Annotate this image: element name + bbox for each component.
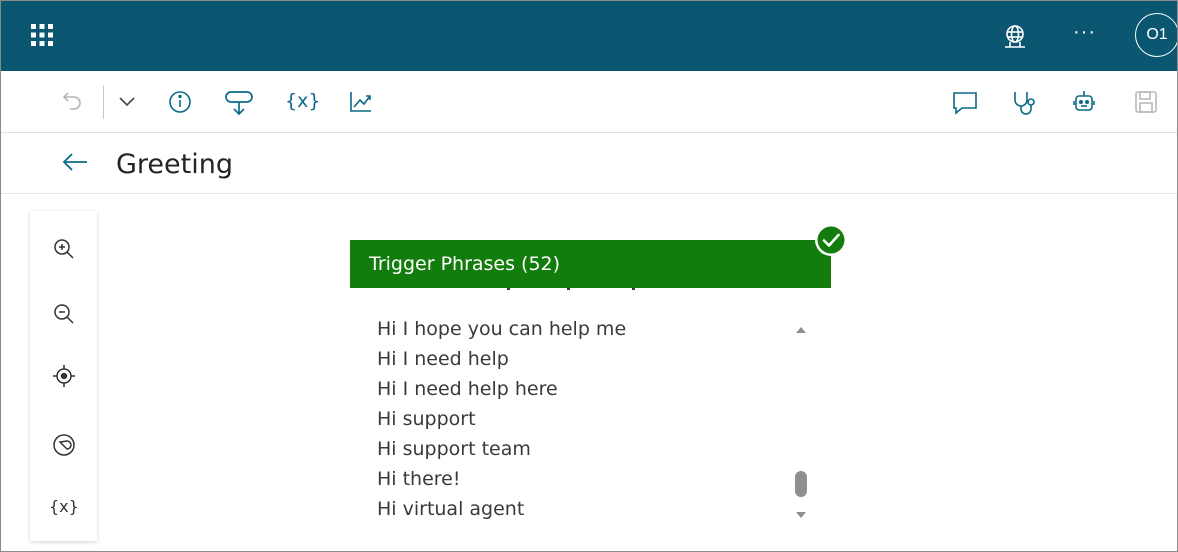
zoom-out-icon[interactable] [52, 302, 76, 331]
bot-icon[interactable] [1071, 89, 1097, 122]
canvas-zoom-panel: {x} [30, 211, 97, 541]
save-icon[interactable] [1133, 89, 1159, 120]
back-arrow-icon[interactable] [61, 150, 89, 179]
analytics-icon[interactable] [348, 89, 374, 120]
variables-icon[interactable]: {x} [49, 497, 79, 516]
environment-globe-icon[interactable] [1001, 23, 1029, 56]
list-item [377, 288, 677, 308]
topic-checker-icon[interactable] [1011, 89, 1037, 122]
scroll-up-arrow-icon[interactable] [795, 321, 807, 339]
variables-icon[interactable]: {x} [285, 89, 320, 113]
topic-header: Greeting [1, 132, 1177, 194]
check-mark-icon [814, 223, 848, 257]
toolbar-divider [103, 85, 104, 119]
list-item: Hi I need help [377, 348, 509, 370]
trigger-phrases-node[interactable]: Trigger Phrases (52) [350, 240, 831, 288]
recenter-icon[interactable] [52, 364, 76, 393]
topic-trigger-icon[interactable] [223, 89, 255, 122]
list-item: Hi support [377, 408, 476, 430]
chevron-down-icon[interactable] [115, 89, 139, 118]
info-icon[interactable] [167, 89, 193, 120]
trigger-phrases-title: Trigger Phrases (52) [369, 253, 561, 275]
scrollbar-thumb[interactable] [795, 471, 807, 497]
zoom-in-icon[interactable] [52, 237, 76, 266]
minimap-icon[interactable] [52, 433, 76, 462]
command-bar: {x} [1, 71, 1177, 133]
list-item: Hi there! [377, 468, 461, 490]
avatar[interactable]: O1 [1135, 13, 1177, 57]
top-app-bar: ··· O1 [1, 1, 1177, 71]
list-item: Hi I need help here [377, 378, 558, 400]
scroll-down-arrow-icon[interactable] [795, 506, 807, 524]
app-window: ··· O1 {x} Greeting {x} Trigger Phrases … [0, 0, 1178, 552]
page-title: Greeting [116, 149, 233, 180]
trigger-phrases-list[interactable]: Hi I hope you can help me Hi I need help… [350, 288, 831, 528]
comment-icon[interactable] [951, 89, 979, 122]
more-icon[interactable]: ··· [1073, 22, 1096, 42]
list-item: Hi I hope you can help me [377, 318, 627, 340]
list-item: Hi support team [377, 438, 531, 460]
app-launcher-icon[interactable] [29, 22, 55, 53]
list-item: Hi virtual agent [377, 498, 525, 520]
undo-icon[interactable] [61, 89, 85, 118]
